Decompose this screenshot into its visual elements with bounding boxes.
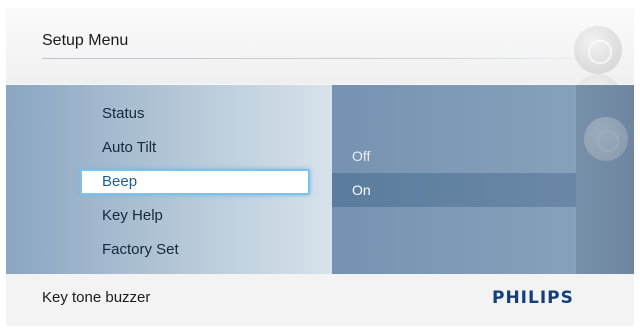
footer: Key tone buzzer PHILIPS [6,274,634,326]
main-menu: Status Auto Tilt Beep Key Help Factory S… [80,97,310,267]
option-off[interactable]: Off [332,139,576,173]
menu-item-factory-set[interactable]: Factory Set [80,233,310,267]
menu-item-auto-tilt[interactable]: Auto Tilt [80,131,310,165]
menu-item-beep[interactable]: Beep [80,169,310,195]
submenu-panel: Off On [332,85,576,274]
page-title: Setup Menu [42,32,129,49]
option-on[interactable]: On [332,173,576,207]
menu-item-status[interactable]: Status [80,97,310,131]
setup-menu-screen: Setup Menu Status Auto Tilt Beep Key Hel… [6,8,634,326]
decorative-circle-icon [574,26,622,74]
header: Setup Menu [6,8,634,122]
decorative-circle-icon [584,117,628,161]
menu-item-key-help[interactable]: Key Help [80,199,310,233]
brand-logo: PHILIPS [492,288,574,308]
main-menu-panel: Status Auto Tilt Beep Key Help Factory S… [6,85,332,274]
submenu: Off On [332,139,576,207]
menu-panel: Status Auto Tilt Beep Key Help Factory S… [6,85,634,274]
side-strip [576,85,634,274]
help-text: Key tone buzzer [42,289,151,306]
title-divider [42,58,602,59]
